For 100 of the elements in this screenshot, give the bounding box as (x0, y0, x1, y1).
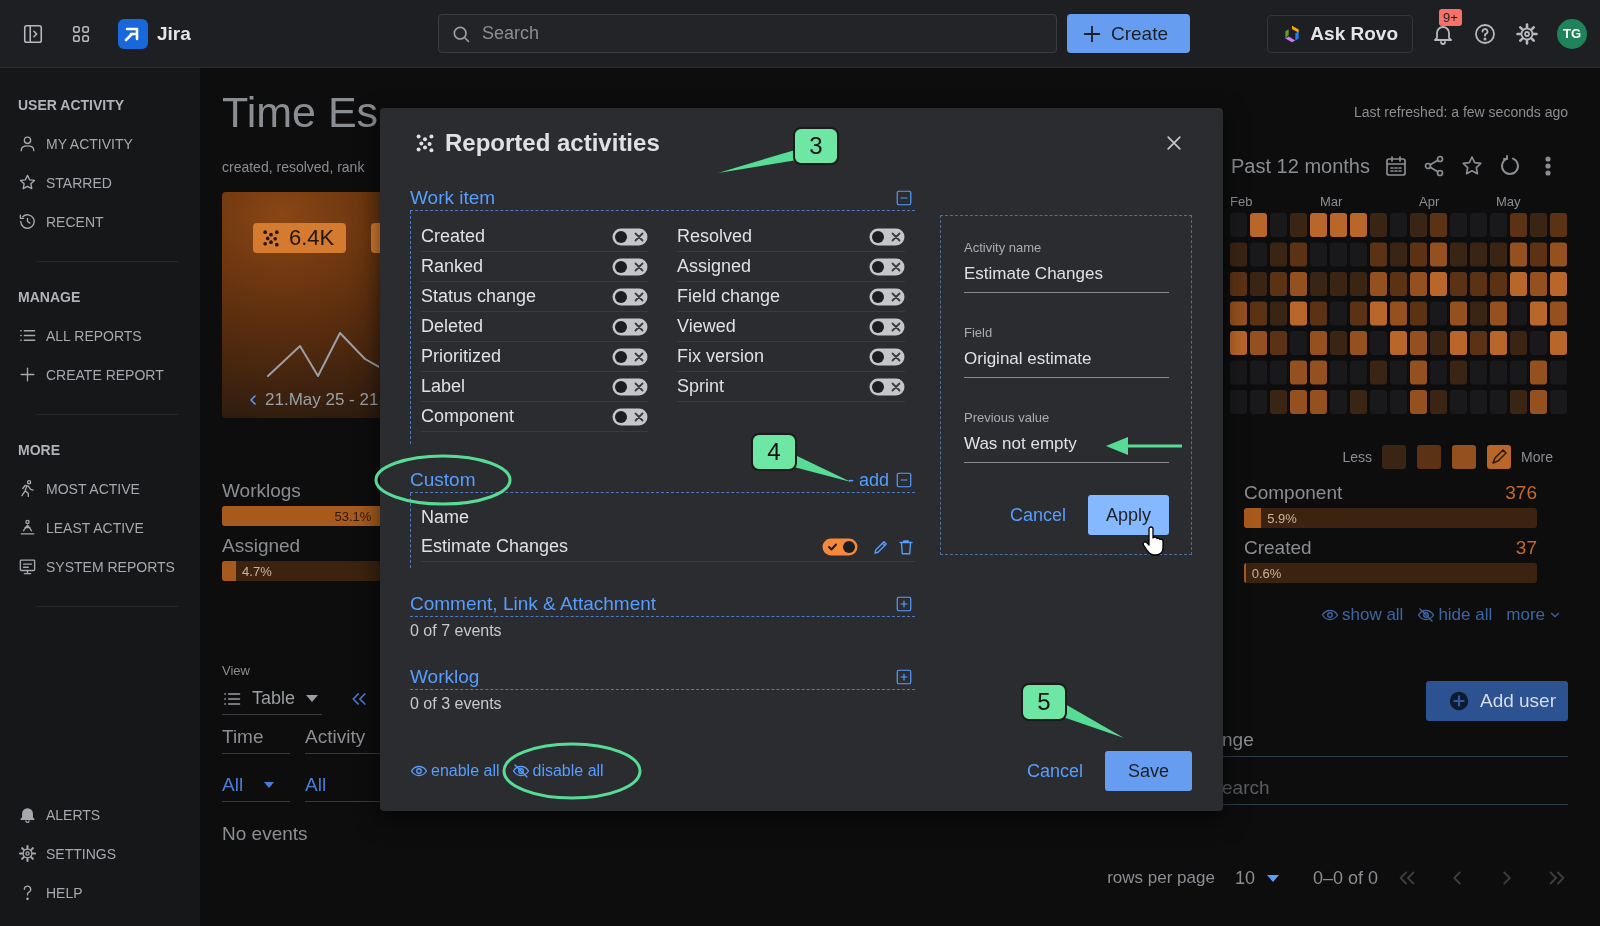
text-field[interactable]: Estimate Changes (964, 263, 1169, 293)
hand-cursor-icon (1141, 526, 1165, 556)
add-user-button[interactable]: Add user (1425, 681, 1568, 721)
step-callout: 4 (751, 433, 797, 471)
link[interactable]: show all (1320, 604, 1404, 626)
caret-down-icon[interactable] (1266, 874, 1279, 882)
activity-label: Label (421, 376, 466, 397)
help-icon[interactable] (1473, 21, 1497, 46)
section-heading: MANAGE (18, 288, 81, 307)
toggle-switch[interactable] (822, 537, 858, 556)
toggle-switch[interactable] (869, 317, 905, 336)
dialog-title: Reported activities (445, 129, 660, 157)
field-label: Field (964, 325, 994, 341)
event-count: 0 of 7 events (410, 621, 503, 641)
minus-square-icon[interactable] (895, 189, 913, 207)
sidebar-item[interactable]: ALERTS (0, 795, 109, 834)
product-name[interactable]: Jira (157, 22, 191, 45)
share-icon[interactable] (1422, 154, 1446, 178)
date-range: 21.May 25 - 21 (265, 389, 379, 411)
toggle-switch[interactable] (869, 287, 905, 306)
add-link[interactable]: - add (847, 469, 889, 491)
toggle-switch[interactable] (869, 377, 905, 396)
plus-square-icon[interactable] (895, 668, 913, 686)
seated-person-icon (18, 518, 37, 537)
filter-dropdown[interactable]: All (222, 768, 290, 802)
link[interactable]: more (1506, 604, 1562, 626)
calendar-icon[interactable] (1384, 154, 1408, 178)
section-title[interactable]: Custom (410, 469, 476, 491)
toggle-switch[interactable] (869, 257, 905, 276)
activity-label: Resolved (677, 226, 753, 247)
toggle-switch[interactable] (612, 257, 648, 276)
user-avatar[interactable]: TG (1557, 18, 1587, 49)
plus-square-icon[interactable] (895, 595, 913, 613)
sidebar-item[interactable]: ALL REPORTS (0, 316, 150, 355)
event-count: 0 of 3 events (410, 694, 503, 714)
section-title[interactable]: Comment, Link & Attachment (410, 593, 657, 615)
eye-off-icon (1417, 606, 1436, 624)
field-label: Activity name (964, 240, 1043, 256)
sidebar-item[interactable]: MY ACTIVITY (0, 124, 141, 163)
sidebar-item[interactable]: SYSTEM REPORTS (0, 547, 183, 586)
activity-label: Viewed (677, 316, 736, 337)
activity-label: Deleted (421, 316, 484, 337)
sidebar-item[interactable]: CREATE REPORT (0, 355, 172, 394)
toggle-switch[interactable] (869, 227, 905, 246)
activity-label: Fix version (677, 346, 765, 367)
view-dropdown[interactable]: Table (222, 683, 322, 715)
minus-square-icon[interactable] (895, 471, 913, 489)
cancel-button[interactable]: Cancel (1026, 760, 1083, 782)
rows-per-page-select[interactable]: 10 (1234, 867, 1255, 889)
refresh-icon[interactable] (1498, 154, 1522, 178)
sidebar-item[interactable]: RECENT (0, 202, 112, 241)
activity-label: Ranked (421, 256, 484, 277)
section-title[interactable]: Worklog (410, 666, 480, 688)
activity-label: Estimate Changes (421, 536, 569, 557)
toggle-switch[interactable] (612, 317, 648, 336)
sidebar-item[interactable]: SETTINGS (0, 834, 124, 873)
search-placeholder: earch (1222, 776, 1270, 799)
create-button[interactable]: Create (1067, 14, 1191, 53)
step-callout: 5 (1021, 683, 1067, 721)
toggle-switch[interactable] (612, 287, 648, 306)
star-icon[interactable] (1460, 154, 1484, 178)
apply-button[interactable]: Apply (1087, 495, 1169, 535)
rows-per-page-label: rows per page (1107, 868, 1215, 888)
text-field[interactable]: Original estimate (964, 348, 1169, 378)
caret-down-icon (306, 695, 318, 702)
close-icon[interactable] (1164, 133, 1184, 153)
caret-down-icon (264, 781, 274, 788)
trash-icon[interactable] (897, 537, 915, 556)
sidebar-item[interactable]: HELP (0, 873, 91, 912)
settings-icon (18, 844, 37, 863)
period-label[interactable]: Past 12 months (1231, 154, 1370, 178)
disable-all-link[interactable]: disable all (511, 762, 604, 780)
toggle-switch[interactable] (869, 347, 905, 366)
assistant-button[interactable]: Ask Rovo (1267, 14, 1413, 53)
sidebar-item[interactable]: LEAST ACTIVE (0, 508, 152, 547)
sidebar-toggle-icon[interactable] (22, 22, 44, 45)
settings-icon[interactable] (1515, 21, 1539, 46)
search-input[interactable]: Search (482, 23, 1044, 44)
notification-badge: 9+ (1439, 8, 1462, 26)
enable-all-link[interactable]: enable all (410, 762, 500, 780)
cancel-button[interactable]: Cancel (1009, 504, 1066, 526)
link[interactable]: hide all (1417, 604, 1493, 626)
empty-message: No events (222, 822, 308, 846)
bell-icon (18, 805, 37, 824)
app-logo[interactable] (118, 18, 148, 49)
toggle-switch[interactable] (612, 227, 648, 246)
stat-count: 37 (1515, 536, 1537, 560)
field-label: View (222, 663, 250, 679)
search-field[interactable]: Search (438, 14, 1057, 53)
dots-icon (261, 228, 281, 248)
sidebar-item[interactable]: MOST ACTIVE (0, 469, 148, 508)
sidebar-item[interactable]: STARRED (0, 163, 120, 202)
section-title[interactable]: Work item (410, 187, 496, 209)
toggle-switch[interactable] (612, 377, 648, 396)
column-header: Name (421, 506, 470, 528)
save-button[interactable]: Save (1104, 751, 1192, 791)
toggle-switch[interactable] (612, 347, 648, 366)
eye-off-icon (511, 762, 530, 780)
toggle-switch[interactable] (612, 407, 648, 426)
stat-value: 6.4K (289, 225, 335, 251)
